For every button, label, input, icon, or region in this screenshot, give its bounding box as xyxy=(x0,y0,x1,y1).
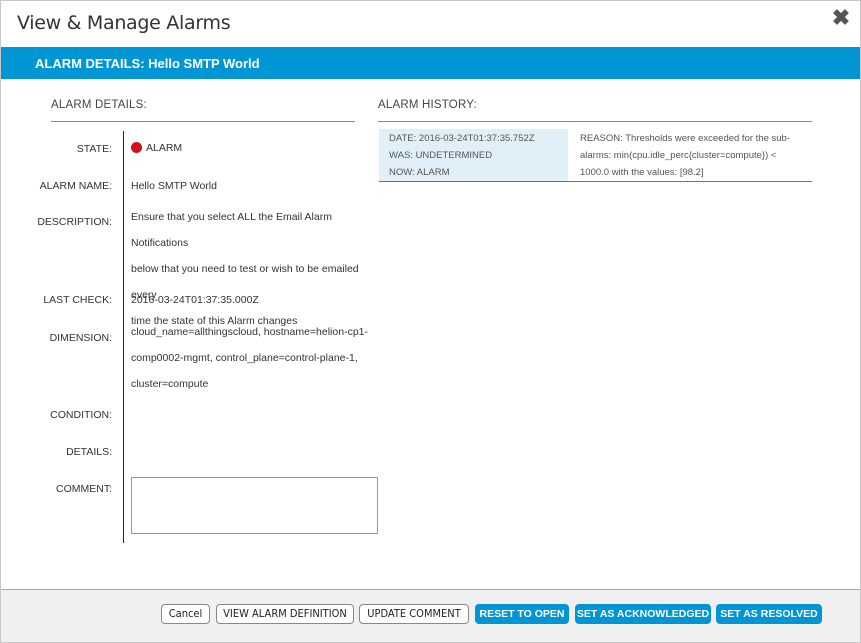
reset-to-open-button[interactable]: RESET TO OPEN xyxy=(475,604,569,624)
alarm-banner: ALARM DETAILS: Hello SMTP World xyxy=(1,47,860,79)
dimension-label: DIMENSION: xyxy=(49,332,112,344)
alarm-history-divider xyxy=(378,121,812,122)
history-was: WAS: UNDETERMINED xyxy=(389,150,493,161)
dimension-line: cloud_name=allthingscloud, hostname=heli… xyxy=(131,326,368,338)
manage-alarms-dialog: View & Manage Alarms ✖ ALARM DETAILS: He… xyxy=(0,0,861,643)
set-as-acknowledged-button[interactable]: SET AS ACKNOWLEDGED xyxy=(575,604,711,624)
alarm-history-heading: ALARM HISTORY: xyxy=(378,99,477,111)
condition-label: CONDITION: xyxy=(50,409,112,421)
banner-title: ALARM DETAILS: Hello SMTP World xyxy=(35,56,260,71)
details-vertical-divider xyxy=(123,131,124,543)
history-entry: DATE: 2016-03-24T01:37:35.752Z WAS: UNDE… xyxy=(379,129,812,182)
history-now: NOW: ALARM xyxy=(389,167,450,178)
update-comment-button[interactable]: UPDATE COMMENT xyxy=(359,604,469,624)
state-text: ALARM xyxy=(146,142,183,154)
close-icon[interactable]: ✖ xyxy=(830,5,852,31)
state-value: ALARM xyxy=(131,142,182,154)
cancel-button[interactable]: Cancel xyxy=(161,604,210,624)
dimension-line: cluster=compute xyxy=(131,378,209,390)
last-check-value: 2016-03-24T01:37:35.000Z xyxy=(131,294,259,306)
alarm-name-value: Hello SMTP World xyxy=(131,180,217,192)
last-check-label: LAST CHECK: xyxy=(43,294,112,306)
set-as-resolved-button[interactable]: SET AS RESOLVED xyxy=(716,604,822,624)
comment-input[interactable] xyxy=(131,477,378,534)
alarm-state-dot-icon xyxy=(131,142,142,153)
description-line: Ensure that you select ALL the Email Ala… xyxy=(131,211,332,249)
state-label: STATE: xyxy=(76,143,112,155)
description-label: DESCRIPTION: xyxy=(37,216,112,228)
history-date: DATE: 2016-03-24T01:37:35.752Z xyxy=(389,133,535,144)
history-reason-line: 1000.0 with the values: [98.2] xyxy=(580,167,704,178)
history-entry-status: DATE: 2016-03-24T01:37:35.752Z WAS: UNDE… xyxy=(379,129,568,181)
alarm-details-heading: ALARM DETAILS: xyxy=(51,99,147,111)
description-value: Ensure that you select ALL the Email Ala… xyxy=(131,204,381,334)
dialog-titlebar: View & Manage Alarms ✖ xyxy=(1,1,860,47)
history-reason-line: alarms: min(cpu.idle_perc{cluster=comput… xyxy=(580,150,777,161)
history-reason-line: REASON: Thresholds were exceeded for the… xyxy=(580,133,790,144)
comment-label: COMMENT: xyxy=(56,483,112,495)
alarm-details-divider xyxy=(51,121,355,122)
dimension-line: comp0002-mgmt, control_plane=control-pla… xyxy=(131,352,358,364)
dialog-title: View & Manage Alarms xyxy=(17,12,231,34)
alarm-name-label: ALARM NAME: xyxy=(39,180,112,192)
details-label: DETAILS: xyxy=(66,446,112,458)
dimension-value: cloud_name=allthingscloud, hostname=heli… xyxy=(131,319,381,397)
view-alarm-definition-button[interactable]: VIEW ALARM DEFINITION xyxy=(216,604,354,624)
